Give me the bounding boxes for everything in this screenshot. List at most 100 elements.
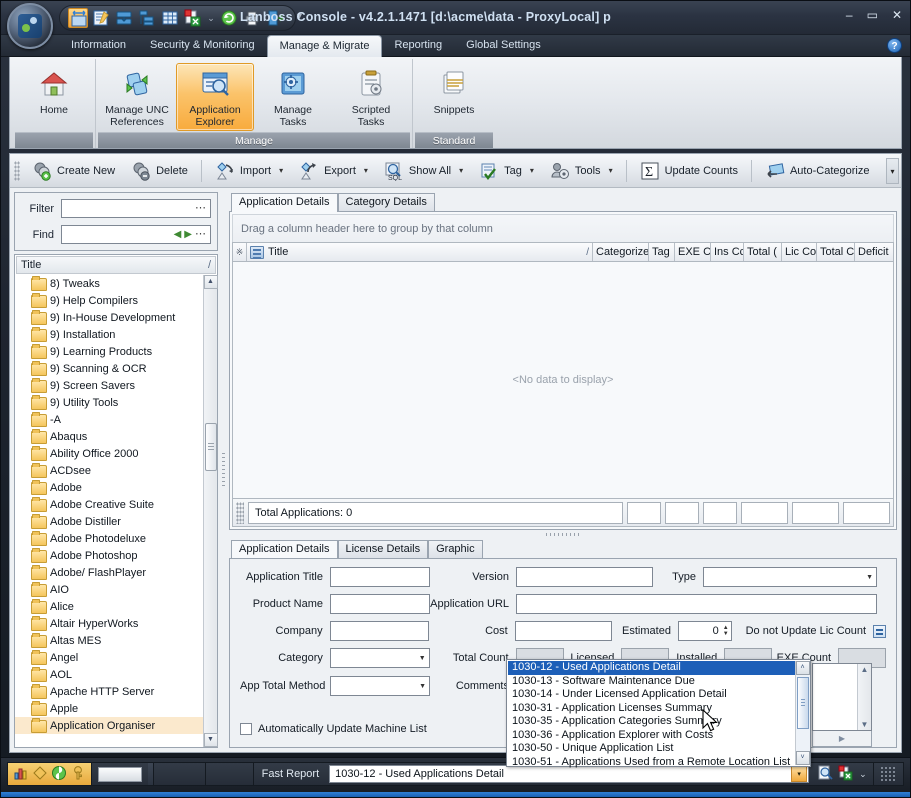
grid-column-total-cost[interactable]: Total C: [817, 243, 855, 261]
tree-item[interactable]: Abaqus: [15, 428, 203, 445]
application-title-input[interactable]: [330, 567, 430, 587]
tree-item[interactable]: 9) Installation: [15, 326, 203, 343]
dropdown-item[interactable]: 1030-36 - Application Explorer with Cost…: [508, 729, 795, 743]
grid-column-total-count[interactable]: Total (: [744, 243, 782, 261]
tree-item[interactable]: Apache HTTP Server: [15, 683, 203, 700]
tree-item[interactable]: Adobe Creative Suite: [15, 496, 203, 513]
type-combo[interactable]: ▼: [703, 567, 877, 587]
tree-item[interactable]: Altair HyperWorks: [15, 615, 203, 632]
find-ellipsis-button[interactable]: ⋯: [195, 229, 207, 240]
ribbon-tab-manage-migrate[interactable]: Manage & Migrate: [266, 35, 383, 57]
tag-button[interactable]: Tag ▾: [471, 157, 542, 185]
tree-item[interactable]: Ability Office 2000: [15, 445, 203, 462]
tag-gold-icon[interactable]: [32, 765, 48, 784]
tree-item[interactable]: Alice: [15, 598, 203, 615]
tree-item[interactable]: 9) Help Compilers: [15, 292, 203, 309]
tree-item[interactable]: Application Organiser: [15, 717, 203, 734]
tree-item[interactable]: 9) Scanning & OCR: [15, 360, 203, 377]
maximize-button[interactable]: ▭: [867, 8, 878, 22]
application-menu-orb[interactable]: [7, 3, 53, 49]
dropdown-scroll-down-button[interactable]: ˅: [795, 751, 810, 765]
tree-header[interactable]: Title /: [16, 256, 216, 274]
tag-dropdown-icon[interactable]: ▾: [530, 166, 534, 175]
comments-memo[interactable]: ▲ ▼: [812, 663, 872, 731]
memo-expand-icon[interactable]: ▶: [839, 734, 845, 743]
app-total-method-combo-arrow-icon[interactable]: ▼: [419, 683, 426, 690]
tree-item[interactable]: Adobe Distiller: [15, 513, 203, 530]
tree-item[interactable]: 9) Screen Savers: [15, 377, 203, 394]
tree-item[interactable]: AOL: [15, 666, 203, 683]
estimated-spin-arrows-icon[interactable]: ▲ ▼: [723, 625, 729, 637]
delete-button[interactable]: Delete: [123, 157, 196, 185]
grid-column-title-sort-icon[interactable]: /: [586, 247, 589, 258]
help-icon[interactable]: ?: [887, 38, 902, 53]
ribbon-button-snippets[interactable]: Snippets: [415, 63, 493, 119]
category-combo[interactable]: ▼: [329, 648, 430, 668]
ribbon-button-manage-unc-references[interactable]: Manage UNC References: [98, 63, 176, 131]
export-button[interactable]: Export ▾: [291, 157, 376, 185]
import-dropdown-icon[interactable]: ▾: [279, 166, 283, 175]
dropdown-item[interactable]: 1030-51 - Applications Used from a Remot…: [508, 756, 795, 770]
auto-categorize-button[interactable]: Auto-Categorize: [757, 157, 878, 185]
tree-item[interactable]: Adobe/ FlashPlayer: [15, 564, 203, 581]
filter-input[interactable]: ⋯: [61, 199, 211, 218]
tools-dropdown-icon[interactable]: ▾: [609, 166, 613, 175]
export-dropdown-icon[interactable]: ▾: [364, 166, 368, 175]
ribbon-tab-security-monitoring[interactable]: Security & Monitoring: [138, 35, 267, 56]
estimated-spinner[interactable]: 0 ▲ ▼: [677, 621, 732, 641]
detail-tab-license-details[interactable]: License Details: [337, 540, 429, 558]
grid-column-categorize[interactable]: Categorize: [593, 243, 649, 261]
update-counts-button[interactable]: Σ Update Counts: [632, 157, 746, 185]
tab-category-details[interactable]: Category Details: [337, 193, 435, 211]
ribbon-button-home[interactable]: Home: [15, 63, 93, 119]
ribbon-tab-information[interactable]: Information: [59, 35, 138, 56]
create-new-button[interactable]: Create New: [24, 157, 123, 185]
horizontal-splitter[interactable]: [229, 530, 897, 539]
company-input[interactable]: [329, 621, 430, 641]
tree-item[interactable]: Adobe Photodeluxe: [15, 530, 203, 547]
close-button[interactable]: ✕: [892, 8, 902, 22]
group-by-strip[interactable]: Drag a column header here to group by th…: [232, 214, 894, 242]
show-all-dropdown-icon[interactable]: ▾: [459, 166, 463, 175]
cost-input[interactable]: [514, 621, 613, 641]
product-name-input[interactable]: [330, 594, 430, 614]
toolbar-overflow-button[interactable]: ▾: [886, 158, 899, 184]
dropdown-scroll-up-button[interactable]: ˄: [795, 661, 810, 675]
memo-scroll-up-icon[interactable]: ▲: [861, 665, 869, 674]
dropdown-item[interactable]: 1030-13 - Software Maintenance Due: [508, 675, 795, 689]
dropdown-scrollbar[interactable]: ˄ ˅: [795, 661, 810, 765]
tree-scroll-down-button[interactable]: ▼: [203, 733, 218, 747]
tools-button[interactable]: Tools ▾: [542, 157, 621, 185]
detail-tab-graphic[interactable]: Graphic: [428, 540, 483, 558]
grid-column-lic-count[interactable]: Lic Co: [782, 243, 817, 261]
auto-update-machine-list-checkbox[interactable]: [240, 723, 252, 735]
tree-item[interactable]: 8) Tweaks: [15, 275, 203, 292]
dropdown-item[interactable]: 1030-35 - Application Categories Summary: [508, 715, 795, 729]
ribbon-tab-global-settings[interactable]: Global Settings: [454, 35, 553, 56]
application-url-input[interactable]: [516, 594, 877, 614]
dropdown-item[interactable]: 1030-14 - Under Licensed Application Det…: [508, 688, 795, 702]
detail-tab-application-details[interactable]: Application Details: [231, 540, 338, 559]
fast-report-dropdown-items[interactable]: 1030-12 - Used Applications Detail 1030-1…: [508, 661, 795, 768]
tree-sort-icon[interactable]: /: [208, 259, 211, 271]
tree-item[interactable]: Adobe Photoshop: [15, 547, 203, 564]
type-combo-arrow-icon[interactable]: ▼: [866, 574, 873, 581]
ribbon-button-application-explorer[interactable]: Application Explorer: [176, 63, 254, 131]
vertical-splitter[interactable]: [221, 192, 226, 748]
tree-item[interactable]: 9) In-House Development: [15, 309, 203, 326]
ribbon-button-scripted-tasks[interactable]: Scripted Tasks: [332, 63, 410, 131]
version-input[interactable]: [516, 567, 653, 587]
grid-column-deficit[interactable]: Deficit: [855, 243, 893, 261]
toolbar-grip[interactable]: [14, 160, 20, 181]
category-combo-arrow-icon[interactable]: ▼: [419, 655, 426, 662]
find-prev-icon[interactable]: ◀: [174, 229, 182, 240]
ribbon-tab-reporting[interactable]: Reporting: [382, 35, 454, 56]
yin-yang-icon[interactable]: [51, 765, 67, 784]
excel-dropdown-icon[interactable]: ⌄: [859, 769, 867, 780]
dropdown-scroll-thumb[interactable]: [797, 677, 809, 729]
chart-icon[interactable]: [13, 765, 29, 784]
export-excel-icon[interactable]: [838, 765, 854, 784]
find-next-icon[interactable]: ▶: [184, 229, 192, 240]
tree-item[interactable]: -A: [15, 411, 203, 428]
tree-item[interactable]: 9) Utility Tools: [15, 394, 203, 411]
